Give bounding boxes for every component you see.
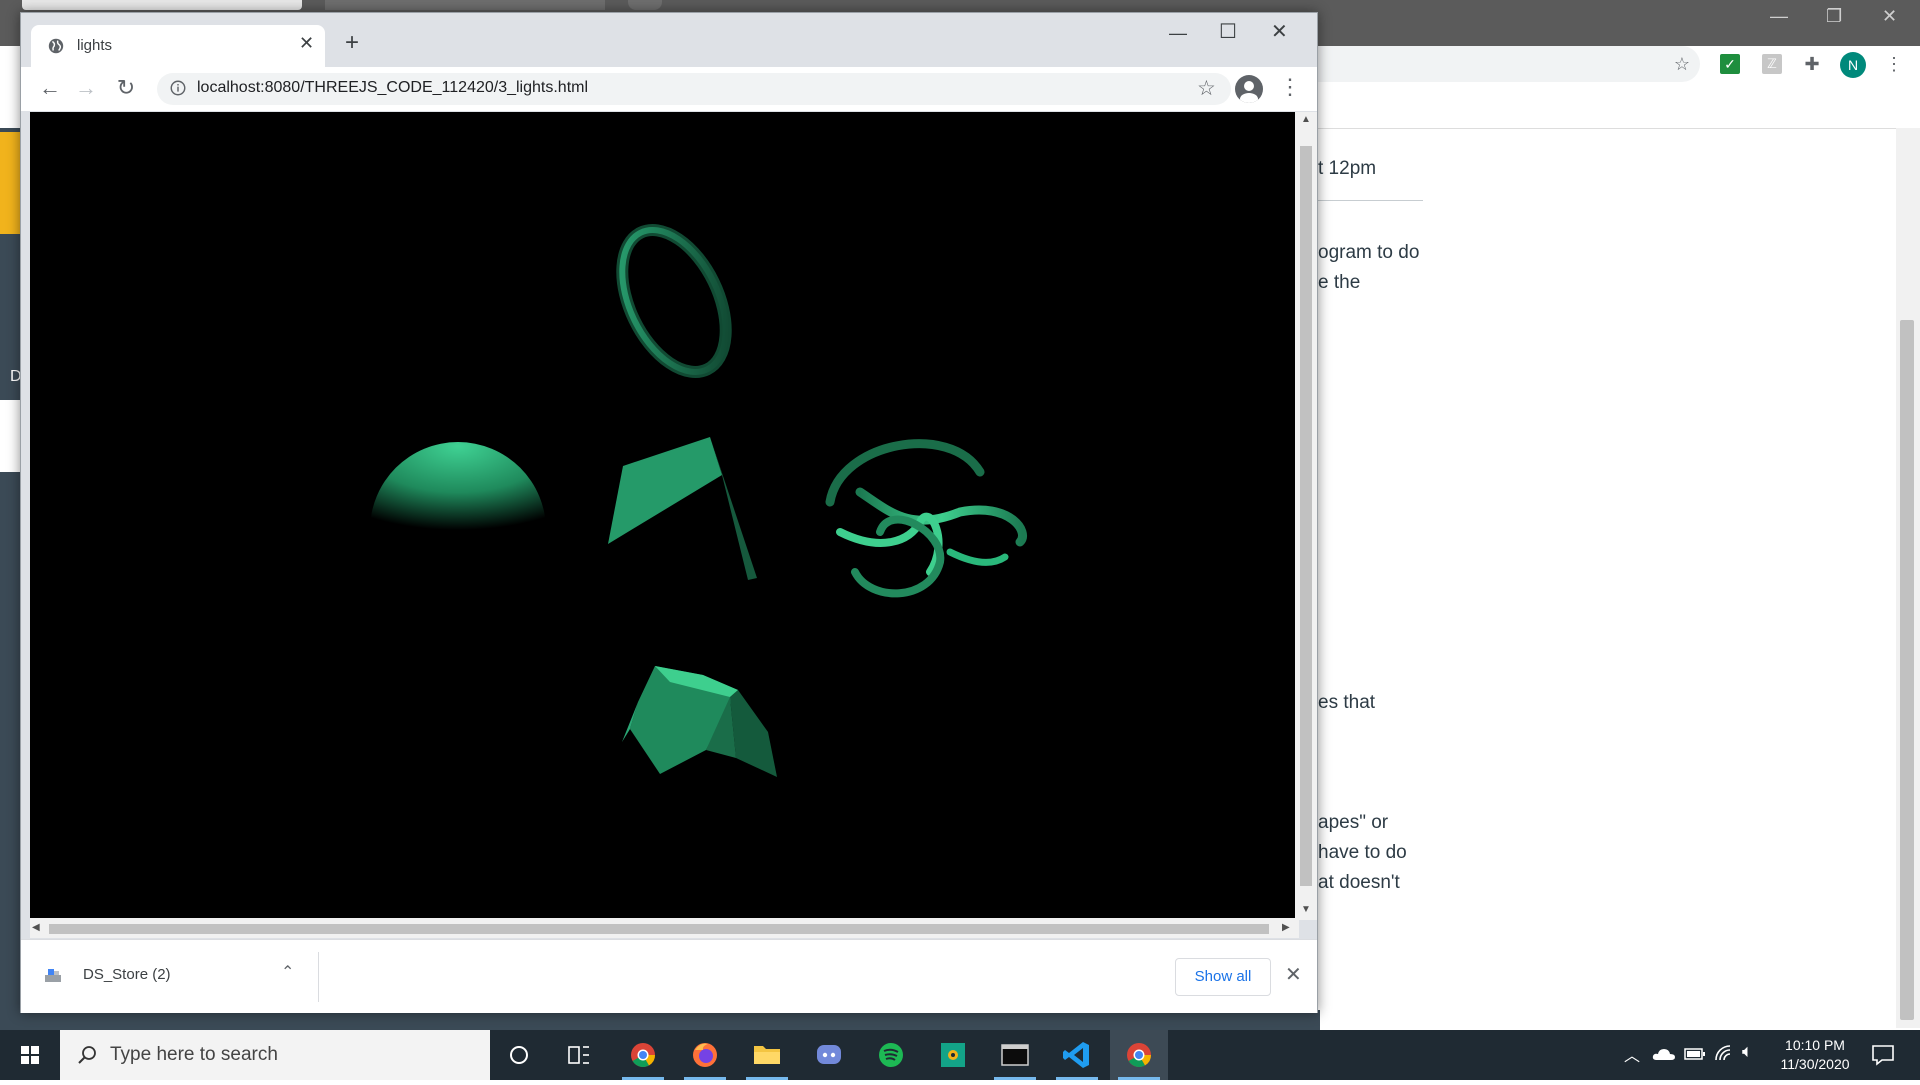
page-viewport xyxy=(30,112,1299,938)
background-left-accent xyxy=(0,132,22,234)
bg-page-text-line: at doesn't xyxy=(1318,872,1400,893)
bg-restore-icon[interactable]: ❐ xyxy=(1826,6,1842,27)
firefox-icon[interactable] xyxy=(676,1030,734,1080)
bookmark-star-icon[interactable]: ☆ xyxy=(1197,76,1216,101)
bg-page-text-line: e the xyxy=(1318,272,1361,293)
horizontal-scrollbar-thumb[interactable] xyxy=(49,924,1269,934)
file-explorer-icon[interactable] xyxy=(738,1030,796,1080)
discord-icon[interactable] xyxy=(800,1030,858,1080)
notification-center-icon[interactable] xyxy=(1870,1042,1896,1068)
url-text[interactable]: localhost:8080/THREEJS_CODE_112420/3_lig… xyxy=(197,79,588,97)
wifi-icon[interactable] xyxy=(1714,1044,1736,1064)
background-tab[interactable] xyxy=(22,0,302,10)
download-shelf: DS_Store (2) ⌃ Show all ✕ xyxy=(21,939,1317,1013)
start-button[interactable] xyxy=(0,1030,60,1080)
show-all-button[interactable]: Show all xyxy=(1175,958,1271,996)
windows-logo-icon xyxy=(21,1046,39,1064)
address-bar[interactable]: localhost:8080/THREEJS_CODE_112420/3_lig… xyxy=(157,73,1231,105)
forward-arrow-icon[interactable]: → xyxy=(71,73,101,103)
system-clock[interactable]: 10:10 PM 11/30/2020 xyxy=(1760,1036,1870,1074)
task-view-icon[interactable] xyxy=(550,1030,608,1080)
torus-mesh xyxy=(616,224,732,378)
bg-page-text-line: have to do xyxy=(1318,842,1407,863)
profile-avatar-icon[interactable]: N xyxy=(1840,52,1866,78)
bg-bookmark-star-icon[interactable]: ☆ xyxy=(1670,52,1694,76)
plane-mesh xyxy=(608,437,757,580)
background-left-sidebar xyxy=(0,128,22,1028)
terminal-icon[interactable] xyxy=(986,1030,1044,1080)
maximize-icon[interactable]: ☐ xyxy=(1219,19,1237,44)
checkmark-extension-icon[interactable]: ✓ xyxy=(1720,54,1740,74)
taskbar-search-box[interactable]: Type here to search xyxy=(60,1030,490,1080)
scroll-down-arrow-icon[interactable]: ▼ xyxy=(1301,904,1311,915)
background-bottom-strip xyxy=(0,1010,1320,1030)
tab-lights[interactable]: lights ✕ xyxy=(31,25,325,67)
bg-close-icon[interactable]: ✕ xyxy=(1882,6,1897,27)
bg-page-text-line: t 12pm xyxy=(1318,158,1377,179)
browser-toolbar: ← → ↻ localhost:8080/THREEJS_CODE_112420… xyxy=(21,67,1317,111)
threejs-canvas[interactable] xyxy=(30,112,1296,918)
extension-icon[interactable]: ℤ xyxy=(1762,54,1782,74)
scroll-left-arrow-icon[interactable]: ◀ xyxy=(32,922,40,933)
volume-icon[interactable]: 🔈︎ xyxy=(1742,1041,1753,1062)
onedrive-cloud-icon[interactable] xyxy=(1652,1046,1676,1062)
bg-page-text-line: apes" or xyxy=(1318,812,1389,833)
profile-icon[interactable] xyxy=(1235,75,1263,103)
menu-icon[interactable]: ⋮ xyxy=(1279,74,1301,100)
browser-window: lights ✕ + — ☐ ✕ ← → ↻ localhost:8080/TH… xyxy=(20,12,1318,1013)
bg-page-text-line: ogram to do xyxy=(1318,242,1420,263)
tab-title: lights xyxy=(77,37,113,54)
tab-close-icon[interactable]: ✕ xyxy=(299,33,314,54)
download-separator xyxy=(318,952,319,1002)
background-tab-3[interactable] xyxy=(628,0,662,10)
download-file-name[interactable]: DS_Store (2) xyxy=(83,966,171,983)
hemisphere-mesh xyxy=(370,442,546,530)
dodecahedron-mesh xyxy=(622,666,777,777)
new-tab-icon[interactable]: + xyxy=(345,29,359,57)
background-left-panel xyxy=(0,400,22,472)
scene xyxy=(370,224,1027,777)
bg-divider xyxy=(1318,200,1423,201)
show-hidden-icons-chevron-icon[interactable]: ︿ xyxy=(1624,1042,1640,1066)
clock-date: 11/30/2020 xyxy=(1780,1056,1850,1072)
reload-icon[interactable]: ↻ xyxy=(111,73,141,103)
chrome-icon[interactable] xyxy=(614,1030,672,1080)
chevron-up-icon[interactable]: ⌃ xyxy=(281,962,294,982)
battery-icon[interactable] xyxy=(1684,1047,1706,1061)
spotify-icon[interactable] xyxy=(862,1030,920,1080)
search-placeholder: Type here to search xyxy=(110,1044,278,1065)
scroll-up-arrow-icon[interactable]: ▲ xyxy=(1301,114,1311,125)
info-icon[interactable] xyxy=(169,79,187,97)
back-arrow-icon[interactable]: ← xyxy=(35,73,65,103)
windows-taskbar: Type here to search ︿ 🔈︎ 10:10 PM 11/30/… xyxy=(0,1030,1920,1080)
vertical-scrollbar-thumb[interactable] xyxy=(1300,146,1312,886)
scroll-right-arrow-icon[interactable]: ▶ xyxy=(1282,922,1290,933)
puzzle-extensions-icon[interactable]: ✚ xyxy=(1800,52,1824,76)
close-download-shelf-icon[interactable]: ✕ xyxy=(1285,962,1302,987)
background-tab-2[interactable] xyxy=(325,0,605,10)
clock-time: 10:10 PM xyxy=(1785,1037,1845,1053)
cortana-icon[interactable] xyxy=(490,1030,548,1080)
minimize-icon[interactable]: — xyxy=(1169,23,1187,44)
bg-page-text-line: es that xyxy=(1318,692,1376,713)
greenshot-icon[interactable] xyxy=(924,1030,982,1080)
globe-icon xyxy=(48,38,64,54)
chrome-active-icon[interactable] xyxy=(1110,1030,1168,1080)
search-icon xyxy=(78,1046,96,1064)
torus-knot-mesh xyxy=(825,439,1027,598)
background-scrollbar-thumb[interactable] xyxy=(1900,320,1914,1020)
background-omnibox[interactable] xyxy=(1300,46,1700,82)
vscode-icon[interactable] xyxy=(1048,1030,1106,1080)
bg-minimize-icon[interactable]: — xyxy=(1770,6,1788,27)
bg-menu-icon[interactable]: ⋮ xyxy=(1882,52,1906,76)
file-icon xyxy=(45,969,61,982)
close-window-icon[interactable]: ✕ xyxy=(1271,19,1288,44)
